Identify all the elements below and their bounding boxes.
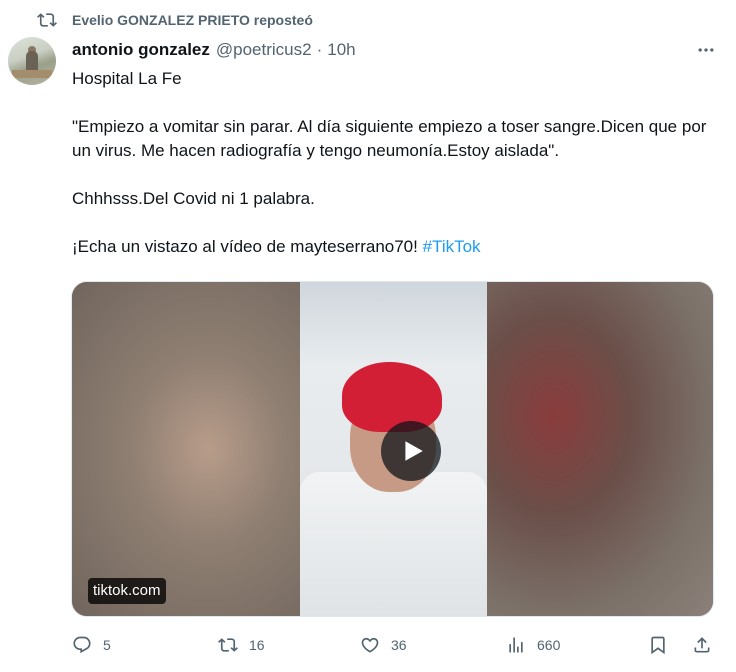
like-icon — [361, 637, 379, 653]
repost-banner[interactable]: Evelio GONZALEZ PRIETO reposteó — [37, 9, 313, 31]
reply-icon — [73, 636, 91, 654]
like-button[interactable]: 36 — [360, 630, 407, 660]
views-button[interactable]: 660 — [506, 630, 560, 660]
repost-button[interactable]: 16 — [218, 630, 265, 660]
bookmark-button[interactable] — [648, 630, 668, 660]
hashtag-link[interactable]: #TikTok — [423, 237, 481, 256]
play-icon — [405, 441, 423, 461]
video-blur-right — [485, 282, 713, 616]
reply-count: 5 — [103, 637, 111, 653]
share-button[interactable] — [692, 630, 712, 660]
repost-icon — [37, 10, 57, 30]
tweet-line: Hospital La Fe — [72, 69, 182, 88]
video-card[interactable]: tiktok.com — [71, 281, 714, 617]
repost-banner-text: Evelio GONZALEZ PRIETO reposteó — [72, 12, 313, 28]
more-icon — [698, 48, 714, 52]
video-blur-left — [72, 282, 300, 616]
reply-button[interactable]: 5 — [72, 630, 111, 660]
author-handle[interactable]: @poetricus2 — [216, 40, 312, 60]
avatar[interactable] — [8, 37, 56, 85]
timestamp[interactable]: 10h — [327, 40, 355, 60]
like-count: 36 — [391, 637, 407, 653]
author-name[interactable]: antonio gonzalez — [72, 40, 210, 60]
repost-count: 16 — [249, 637, 265, 653]
tweet-line: ¡Echa un vistazo al vídeo de mayteserran… — [72, 235, 712, 259]
tweet-line-text: ¡Echa un vistazo al vídeo de mayteserran… — [72, 237, 418, 256]
source-badge[interactable]: tiktok.com — [88, 578, 166, 604]
bookmark-icon — [651, 636, 665, 655]
views-count: 660 — [537, 637, 561, 653]
tweet-text: Hospital La Fe "Empiezo a vomitar sin pa… — [72, 67, 712, 259]
play-button[interactable] — [381, 421, 441, 481]
tweet-line: "Empiezo a vomitar sin parar. Al día sig… — [72, 117, 707, 160]
tweet-line: Chhhsss.Del Covid ni 1 palabra. — [72, 189, 315, 208]
separator: · — [316, 40, 323, 59]
repost-icon — [218, 638, 238, 652]
action-bar: 5 16 36 660 — [72, 630, 716, 660]
share-icon — [694, 637, 710, 653]
tweet-header: antonio gonzalez @poetricus2 · 10h — [72, 38, 356, 62]
views-icon — [509, 637, 523, 653]
more-options-button[interactable] — [696, 40, 716, 60]
